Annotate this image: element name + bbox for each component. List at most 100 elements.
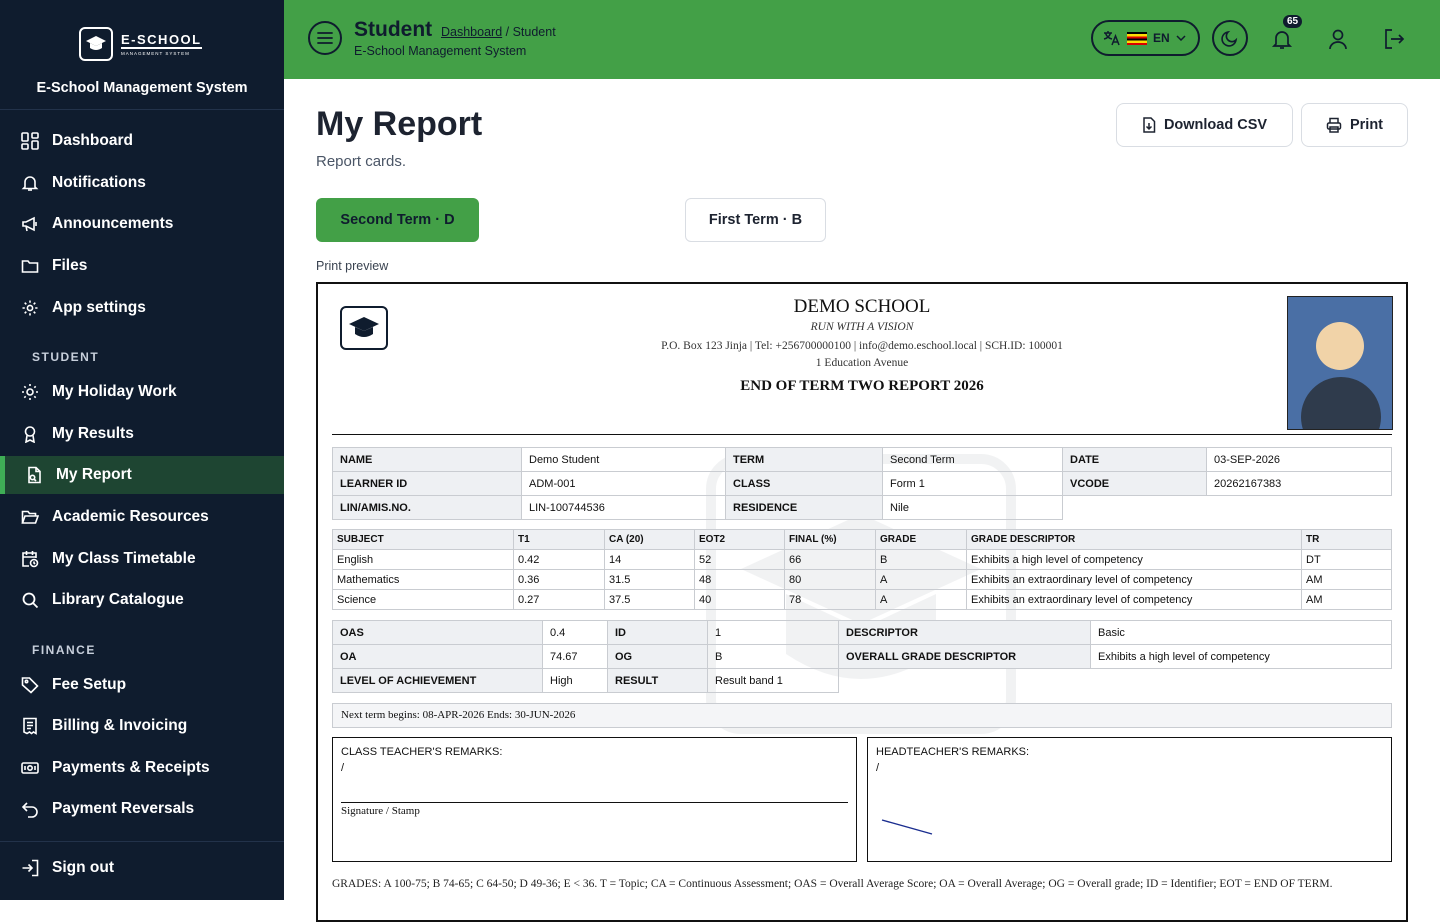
graduation-cap-icon (79, 27, 113, 61)
sidebar-item-my-class-timetable[interactable]: My Class Timetable (0, 540, 284, 578)
table-row: Mathematics 0.36 31.5 48 80 A Exhibits an extr… (332, 569, 1392, 590)
sidebar-item-billing-invoicing[interactable]: Billing & Invoicing (0, 707, 284, 745)
page-section-title: Student (354, 18, 433, 41)
print-label: Print (1349, 117, 1384, 133)
file-download-icon (1143, 117, 1156, 133)
sidebar-item-label: My Report (56, 466, 132, 483)
cell: 14 (604, 549, 695, 570)
info-value: Nile (882, 495, 1063, 520)
notifications-button[interactable] (1267, 24, 1297, 54)
remark-text: / (876, 762, 880, 774)
signature-line (341, 802, 848, 803)
sidebar-item-label: Announcements (52, 215, 174, 232)
app-subtitle: E-School Management System (354, 44, 527, 58)
sidebar-item-app-settings[interactable]: App settings (0, 289, 284, 327)
headteacher-signature (881, 819, 933, 835)
summary-value: 0.4 (542, 620, 608, 645)
summary-label: RESULT (607, 668, 708, 693)
brand-name: E-School Management System (36, 80, 248, 96)
sidebar-item-library-catalogue[interactable]: Library Catalogue (0, 581, 284, 619)
gear-icon (20, 298, 40, 318)
summary-label: OG (607, 644, 708, 669)
uganda-flag-icon (1127, 31, 1147, 45)
sidebar: E-SCHOOL MANAGEMENT SYSTEM E-School Mana… (0, 0, 284, 900)
school-name: DEMO SCHOOL (793, 296, 931, 317)
undo-icon (20, 799, 40, 819)
sidebar-item-label: Files (52, 257, 88, 274)
school-address: 1 Education Avenue (815, 357, 909, 369)
sidebar-item-label: Academic Resources (52, 508, 209, 525)
menu-toggle-button[interactable] (308, 21, 342, 55)
sidebar-item-notifications[interactable]: Notifications (0, 164, 284, 202)
info-label: LIN/AMIS.NO. (332, 495, 522, 520)
sidebar-item-payment-reversals[interactable]: Payment Reversals (0, 790, 284, 828)
sidebar-divider (0, 841, 284, 842)
sidebar-item-announcements[interactable]: Announcements (0, 205, 284, 243)
theme-toggle-button[interactable] (1212, 20, 1248, 56)
remark-title: HEADTEACHER'S REMARKS: (876, 746, 1030, 758)
language-selector[interactable]: EN (1091, 20, 1200, 56)
sidebar-item-my-holiday-work[interactable]: My Holiday Work (0, 373, 284, 411)
subjects-table: SUBJECT T1 CA (20) EOT2 FINAL (%) GRADE … (332, 529, 1392, 610)
sidebar-item-label: Sign out (52, 859, 114, 876)
info-value: LIN-100744536 (521, 495, 726, 520)
breadcrumb-dashboard-link[interactable]: Dashboard (441, 25, 502, 39)
cell: AM (1301, 569, 1392, 590)
tab-second-term[interactable]: Second Term · D (316, 198, 479, 242)
app-logo[interactable]: E-SCHOOL MANAGEMENT SYSTEM (79, 27, 207, 61)
logo-text: E-SCHOOL (121, 32, 202, 49)
grading-legend: GRADES: A 100-75; B 74-65; C 64-50; D 49… (332, 878, 1333, 890)
sidebar-item-label: My Class Timetable (52, 550, 196, 567)
breadcrumb: Dashboard / Student (441, 25, 556, 39)
sidebar-item-fee-setup[interactable]: Fee Setup (0, 666, 284, 704)
cell: A (875, 569, 967, 590)
summary-label: DESCRIPTOR (838, 620, 1091, 645)
student-info-table: NAME Demo Student TERM Second Term DATE … (332, 447, 1392, 520)
cash-icon (20, 758, 40, 778)
cell: 66 (784, 549, 876, 570)
hamburger-icon (317, 32, 333, 44)
logout-button[interactable] (1379, 24, 1409, 54)
tab-first-term[interactable]: First Term · B (685, 198, 826, 242)
print-button[interactable]: Print (1301, 103, 1408, 147)
headteacher-remarks: HEADTEACHER'S REMARKS: / (867, 737, 1392, 862)
info-label: TERM (725, 447, 883, 472)
section-student: STUDENT (32, 350, 100, 364)
info-label: RESIDENCE (725, 495, 883, 520)
sidebar-item-dashboard[interactable]: Dashboard (0, 122, 284, 160)
info-value: Form 1 (882, 471, 1063, 496)
sidebar-item-label: Billing & Invoicing (52, 717, 188, 734)
tag-icon (20, 675, 40, 695)
sidebar-item-files[interactable]: Files (0, 247, 284, 285)
info-value: Demo Student (521, 447, 726, 472)
sidebar-item-my-report[interactable]: My Report (0, 456, 284, 494)
cell: 48 (694, 569, 785, 590)
bell-icon (20, 173, 40, 193)
folder-icon (20, 256, 40, 276)
sidebar-item-label: Notifications (52, 174, 146, 191)
table-row: Science 0.27 37.5 40 78 A Exhibits an extraord… (332, 589, 1392, 610)
folder-open-icon (20, 507, 40, 527)
info-value: 20262167383 (1206, 471, 1392, 496)
notification-count-badge: 65 (1283, 15, 1303, 28)
header-divider (332, 434, 1392, 435)
summary-value: B (707, 644, 839, 669)
sidebar-item-label: Dashboard (52, 132, 133, 149)
column-header: SUBJECT (332, 529, 514, 550)
main-content: My Report Report cards. Download CSV Pri… (284, 79, 1440, 922)
moon-icon (1221, 30, 1238, 47)
download-csv-button[interactable]: Download CSV (1116, 103, 1293, 147)
table-header-row: SUBJECT T1 CA (20) EOT2 FINAL (%) GRADE … (332, 529, 1392, 550)
info-value: Second Term (882, 447, 1063, 472)
sidebar-item-sign-out[interactable]: Sign out (0, 849, 284, 887)
dashboard-icon (20, 131, 40, 151)
cell: 37.5 (604, 589, 695, 610)
sun-icon (20, 382, 40, 402)
remark-title: CLASS TEACHER'S REMARKS: (341, 746, 503, 758)
print-preview-label: Print preview (316, 259, 389, 273)
profile-button[interactable] (1323, 24, 1353, 54)
sidebar-item-my-results[interactable]: My Results (0, 415, 284, 453)
cell: A (875, 589, 967, 610)
sidebar-item-payments-receipts[interactable]: Payments & Receipts (0, 749, 284, 787)
sidebar-item-academic-resources[interactable]: Academic Resources (0, 498, 284, 536)
